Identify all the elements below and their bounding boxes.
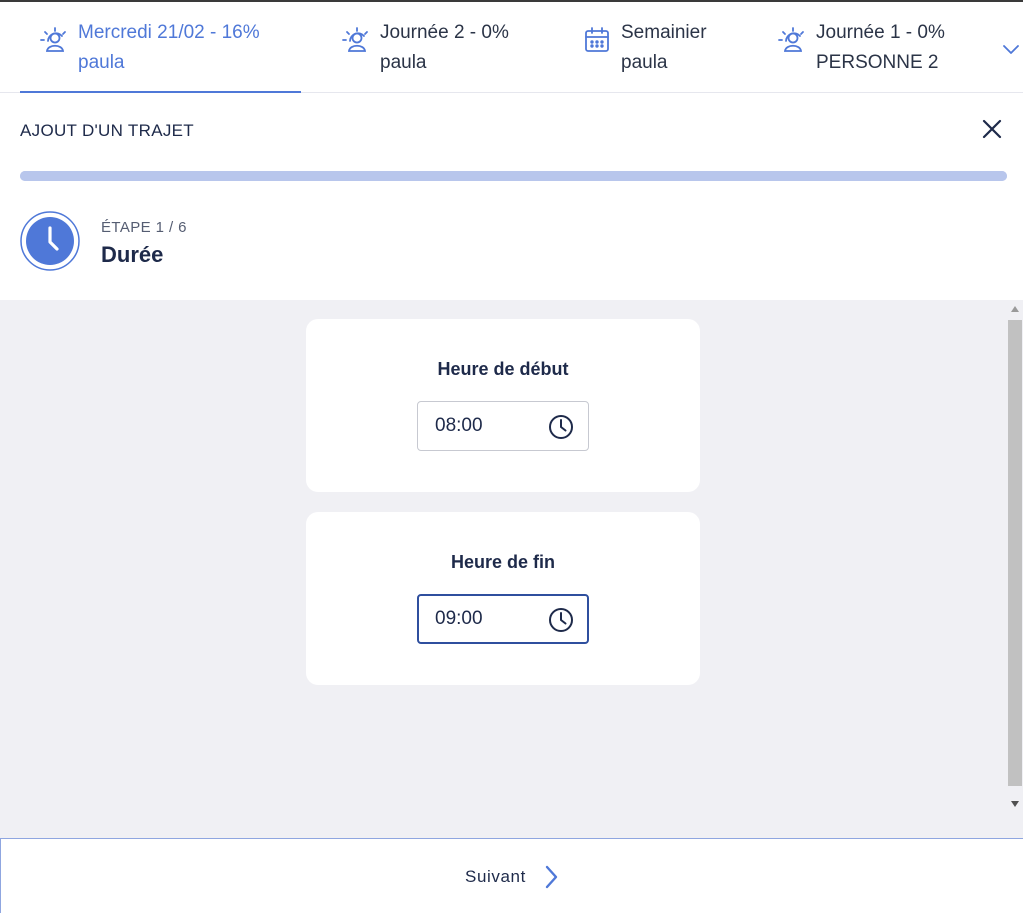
- end-time-label: Heure de fin: [450, 552, 556, 572]
- sunrise-person-icon: [774, 18, 810, 54]
- tab-label: Mercredi 21/02 - 16% paula: [78, 18, 260, 78]
- scroll-thumb[interactable]: [1008, 320, 1022, 786]
- tab-subtitle: PERSONNE 2: [816, 52, 939, 73]
- sunrise-person-icon: [36, 18, 72, 54]
- chevron-down-icon[interactable]: [1000, 38, 1022, 60]
- start-time-input[interactable]: 08:00: [417, 401, 589, 451]
- form-area: Heure de début 08:00 Heure de fin 09:00: [0, 300, 1023, 838]
- calendar-icon: [579, 18, 615, 54]
- tab-subtitle: paula: [621, 52, 668, 73]
- scroll-down-arrow-icon[interactable]: [1011, 801, 1019, 807]
- progress-fill: [20, 171, 1007, 181]
- chevron-right-icon: [540, 864, 562, 890]
- step-title: Durée: [101, 242, 164, 267]
- tab-semainier[interactable]: Semainier paula: [565, 2, 755, 92]
- close-icon[interactable]: [979, 116, 1005, 142]
- page-title: AJOUT D'UN TRAJET: [20, 121, 194, 140]
- step-counter: ÉTAPE 1 / 6: [101, 219, 187, 236]
- sunrise-person-icon: [338, 18, 374, 54]
- tab-subtitle: paula: [78, 52, 125, 73]
- tab-bar: Mercredi 21/02 - 16% paula Journée 2 - 0…: [0, 2, 1023, 93]
- clock-icon[interactable]: [548, 607, 574, 633]
- tab-label: Journée 2 - 0% paula: [380, 18, 509, 78]
- tab-label: Journée 1 - 0% PERSONNE 2: [816, 18, 945, 78]
- tab-mercredi[interactable]: Mercredi 21/02 - 16% paula: [20, 2, 301, 93]
- vertical-scrollbar[interactable]: [1007, 300, 1023, 815]
- end-time-card: Heure de fin 09:00: [306, 512, 700, 685]
- tab-title: Semainier: [621, 22, 707, 43]
- clock-icon[interactable]: [548, 414, 574, 440]
- next-button[interactable]: Suivant: [451, 853, 591, 901]
- tab-journee-1[interactable]: Journée 1 - 0% PERSONNE 2: [760, 2, 985, 92]
- clock-icon: [20, 211, 80, 271]
- tab-subtitle: paula: [380, 52, 427, 73]
- tab-title: Mercredi 21/02 - 16%: [78, 22, 260, 43]
- progress-bar: [20, 171, 1007, 181]
- tab-label: Semainier paula: [621, 18, 707, 78]
- tab-title: Journée 1 - 0%: [816, 22, 945, 43]
- start-time-label: Heure de début: [437, 359, 569, 379]
- end-time-value: 09:00: [435, 608, 483, 629]
- footer: Suivant: [0, 838, 1023, 913]
- next-button-label: Suivant: [465, 867, 526, 886]
- scroll-up-arrow-icon[interactable]: [1011, 306, 1019, 312]
- end-time-input[interactable]: 09:00: [417, 594, 589, 644]
- start-time-card: Heure de début 08:00: [306, 319, 700, 492]
- tab-journee-2[interactable]: Journée 2 - 0% paula: [320, 2, 560, 92]
- start-time-value: 08:00: [435, 415, 483, 436]
- tab-title: Journée 2 - 0%: [380, 22, 509, 43]
